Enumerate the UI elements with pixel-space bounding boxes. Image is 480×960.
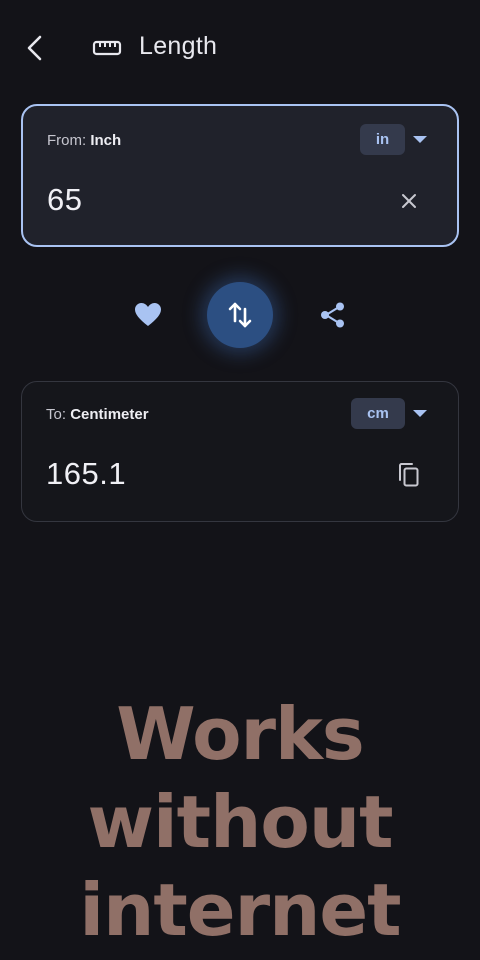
from-unit-name: Inch bbox=[90, 132, 122, 149]
copy-icon bbox=[399, 463, 419, 487]
to-result-card: To: Centimeter cm 165.1 bbox=[21, 381, 459, 522]
from-value-input[interactable]: 65 bbox=[47, 182, 82, 218]
to-unit-name: Centimeter bbox=[70, 406, 149, 423]
swap-button[interactable] bbox=[207, 282, 273, 348]
from-label: From: Inch bbox=[47, 132, 121, 149]
top-bar: Length bbox=[0, 22, 480, 74]
clear-button[interactable] bbox=[395, 187, 423, 215]
from-unit-chip[interactable]: in bbox=[360, 124, 405, 155]
to-unit-chip[interactable]: cm bbox=[351, 398, 405, 429]
from-label-prefix: From: bbox=[47, 132, 87, 149]
promo-headline: Works without internet bbox=[0, 690, 480, 954]
back-button[interactable] bbox=[18, 30, 54, 66]
back-arrow-icon bbox=[27, 35, 42, 61]
page-title: Length bbox=[139, 32, 218, 60]
close-icon bbox=[402, 194, 416, 208]
ruler-icon bbox=[92, 40, 122, 56]
promo-line-3: internet bbox=[79, 868, 401, 952]
from-unit-dropdown-icon[interactable] bbox=[413, 136, 427, 143]
swap-vertical-icon bbox=[228, 302, 252, 328]
from-input-card[interactable]: From: Inch in 65 bbox=[21, 104, 459, 247]
share-button[interactable] bbox=[316, 298, 350, 332]
converter-screen: Length From: Inch in 65 To: Centimeter c… bbox=[0, 0, 480, 960]
promo-line-2: without bbox=[87, 780, 393, 864]
copy-button[interactable] bbox=[394, 460, 424, 490]
to-unit-dropdown-icon[interactable] bbox=[413, 410, 427, 417]
favorite-button[interactable] bbox=[131, 298, 165, 332]
to-result-value: 165.1 bbox=[46, 456, 127, 491]
to-label: To: Centimeter bbox=[46, 406, 149, 423]
promo-line-1: Works bbox=[116, 692, 365, 776]
share-icon bbox=[321, 302, 344, 328]
to-label-prefix: To: bbox=[46, 406, 67, 423]
heart-icon bbox=[135, 303, 161, 326]
